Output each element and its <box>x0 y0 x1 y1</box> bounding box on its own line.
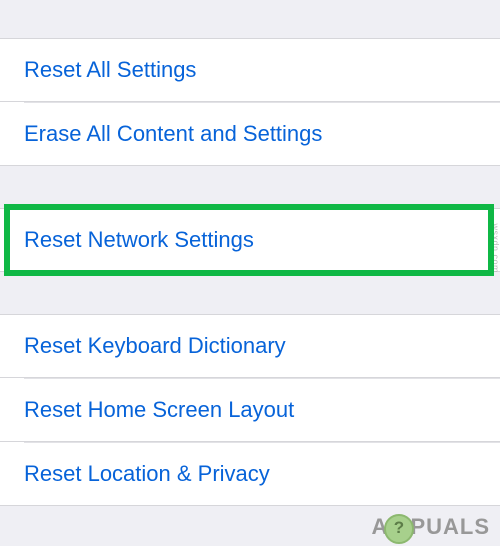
reset-network-settings-label: Reset Network Settings <box>24 227 254 252</box>
reset-all-settings-row[interactable]: Reset All Settings <box>0 39 500 102</box>
reset-location-privacy-label: Reset Location & Privacy <box>24 461 270 486</box>
erase-all-content-row[interactable]: Erase All Content and Settings <box>0 103 500 165</box>
reset-home-screen-label: Reset Home Screen Layout <box>24 397 294 422</box>
settings-group-other: Reset Keyboard Dictionary Reset Home Scr… <box>0 314 500 506</box>
watermark-suffix: PUALS <box>410 514 490 540</box>
reset-keyboard-dictionary-label: Reset Keyboard Dictionary <box>24 333 286 358</box>
erase-all-content-label: Erase All Content and Settings <box>24 121 322 146</box>
reset-all-settings-label: Reset All Settings <box>24 57 196 82</box>
watermark-logo: A PUALS <box>372 512 490 540</box>
settings-group-network: Reset Network Settings <box>0 208 500 272</box>
settings-group-general: Reset All Settings Erase All Content and… <box>0 38 500 166</box>
reset-location-privacy-row[interactable]: Reset Location & Privacy <box>0 443 500 505</box>
attribution-text: wsxdn.com <box>491 223 500 273</box>
reset-network-settings-row[interactable]: Reset Network Settings <box>0 209 500 271</box>
reset-keyboard-dictionary-row[interactable]: Reset Keyboard Dictionary <box>0 315 500 378</box>
network-settings-highlight: Reset Network Settings <box>0 208 500 272</box>
reset-home-screen-row[interactable]: Reset Home Screen Layout <box>0 379 500 442</box>
